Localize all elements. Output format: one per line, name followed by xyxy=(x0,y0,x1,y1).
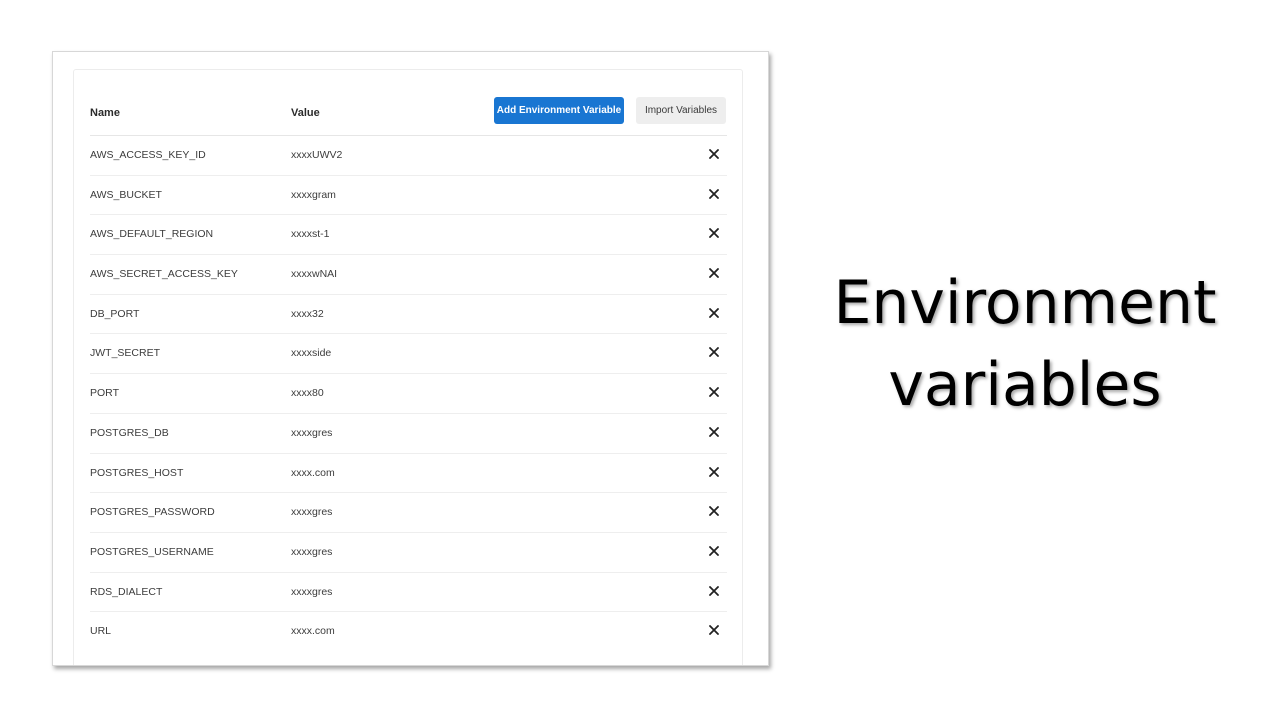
add-environment-variable-button[interactable]: Add Environment Variable xyxy=(494,97,624,124)
variable-value: xxxx80 xyxy=(291,387,324,400)
table-row: POSTGRES_PASSWORD xxxxgres xyxy=(90,493,727,533)
variable-value: xxxxwNAI xyxy=(291,268,338,281)
table-row: AWS_ACCESS_KEY_ID xxxxUWV2 xyxy=(90,136,727,176)
table-row: AWS_BUCKET xxxxgram xyxy=(90,176,727,216)
variable-name: POSTGRES_PASSWORD xyxy=(90,506,215,519)
close-icon[interactable] xyxy=(705,502,723,520)
variable-value: xxxxgres xyxy=(291,585,333,598)
close-icon[interactable] xyxy=(705,423,723,441)
variable-name: AWS_BUCKET xyxy=(90,188,162,201)
variable-value: xxxxgram xyxy=(291,188,336,201)
close-icon[interactable] xyxy=(705,304,723,322)
close-icon[interactable] xyxy=(705,463,723,481)
variable-value: xxxx.com xyxy=(291,466,335,479)
variable-value: xxxxUWV2 xyxy=(291,149,343,161)
table-body: AWS_ACCESS_KEY_ID xxxxUWV2 AWS_BUCKET xxxxg… xyxy=(90,136,727,652)
slide: Name Value Add Environment Variable Impo… xyxy=(0,0,1280,720)
table-row: JWT_SECRET xxxxside xyxy=(90,334,727,375)
import-variables-button[interactable]: Import Variables xyxy=(636,97,726,124)
table-header: Name Value Add Environment Variable Impo… xyxy=(90,93,727,136)
variable-value: xxxxgres xyxy=(291,545,333,558)
close-icon[interactable] xyxy=(705,224,723,242)
variable-value: xxxxgres xyxy=(291,426,333,439)
close-icon[interactable] xyxy=(705,621,723,639)
close-icon[interactable] xyxy=(705,185,723,203)
variable-name: AWS_ACCESS_KEY_ID xyxy=(90,149,206,161)
slide-title: Environment variables xyxy=(800,262,1250,426)
table-row: POSTGRES_USERNAME xxxxgres xyxy=(90,533,727,573)
env-vars-table: Name Value Add Environment Variable Impo… xyxy=(90,93,727,652)
table-row: AWS_SECRET_ACCESS_KEY xxxxwNAI xyxy=(90,255,727,295)
variable-value: xxxx.com xyxy=(291,625,335,638)
variable-name: RDS_DIALECT xyxy=(90,585,163,598)
variable-name: AWS_DEFAULT_REGION xyxy=(90,228,214,241)
table-row: POSTGRES_HOST xxxx.com xyxy=(90,454,727,494)
variable-name: AWS_SECRET_ACCESS_KEY xyxy=(90,268,238,281)
close-icon[interactable] xyxy=(705,542,723,560)
close-icon[interactable] xyxy=(705,343,723,361)
close-icon[interactable] xyxy=(705,582,723,600)
close-icon[interactable] xyxy=(705,383,723,401)
variable-name: POSTGRES_USERNAME xyxy=(90,545,214,558)
env-vars-screenshot: Name Value Add Environment Variable Impo… xyxy=(52,51,769,666)
variable-name: URL xyxy=(90,625,112,638)
table-row: URL xxxx.com xyxy=(90,612,727,652)
table-row: PORT xxxx80 xyxy=(90,374,727,414)
table-row: DB_PORT xxxx32 xyxy=(90,295,727,335)
variable-name: PORT xyxy=(90,387,119,400)
value-column-header: Value xyxy=(291,107,320,119)
table-row: POSTGRES_DB xxxxgres xyxy=(90,414,727,454)
variable-value: xxxxside xyxy=(291,347,332,360)
table-row: AWS_DEFAULT_REGION xxxxst-1 xyxy=(90,215,727,256)
variable-name: JWT_SECRET xyxy=(90,347,161,360)
slide-title-line-2: variables xyxy=(888,350,1162,420)
close-icon[interactable] xyxy=(705,264,723,282)
slide-title-line-1: Environment xyxy=(833,268,1217,338)
env-vars-panel: Name Value Add Environment Variable Impo… xyxy=(73,69,743,665)
variable-name: POSTGRES_DB xyxy=(90,426,169,439)
close-icon[interactable] xyxy=(705,145,723,163)
variable-name: DB_PORT xyxy=(90,307,140,320)
table-row: RDS_DIALECT xxxxgres xyxy=(90,573,727,613)
name-column-header: Name xyxy=(90,107,120,119)
variable-value: xxxx32 xyxy=(291,307,324,320)
variable-name: POSTGRES_HOST xyxy=(90,466,184,479)
variable-value: xxxxst-1 xyxy=(291,228,330,241)
variable-value: xxxxgres xyxy=(291,506,333,519)
